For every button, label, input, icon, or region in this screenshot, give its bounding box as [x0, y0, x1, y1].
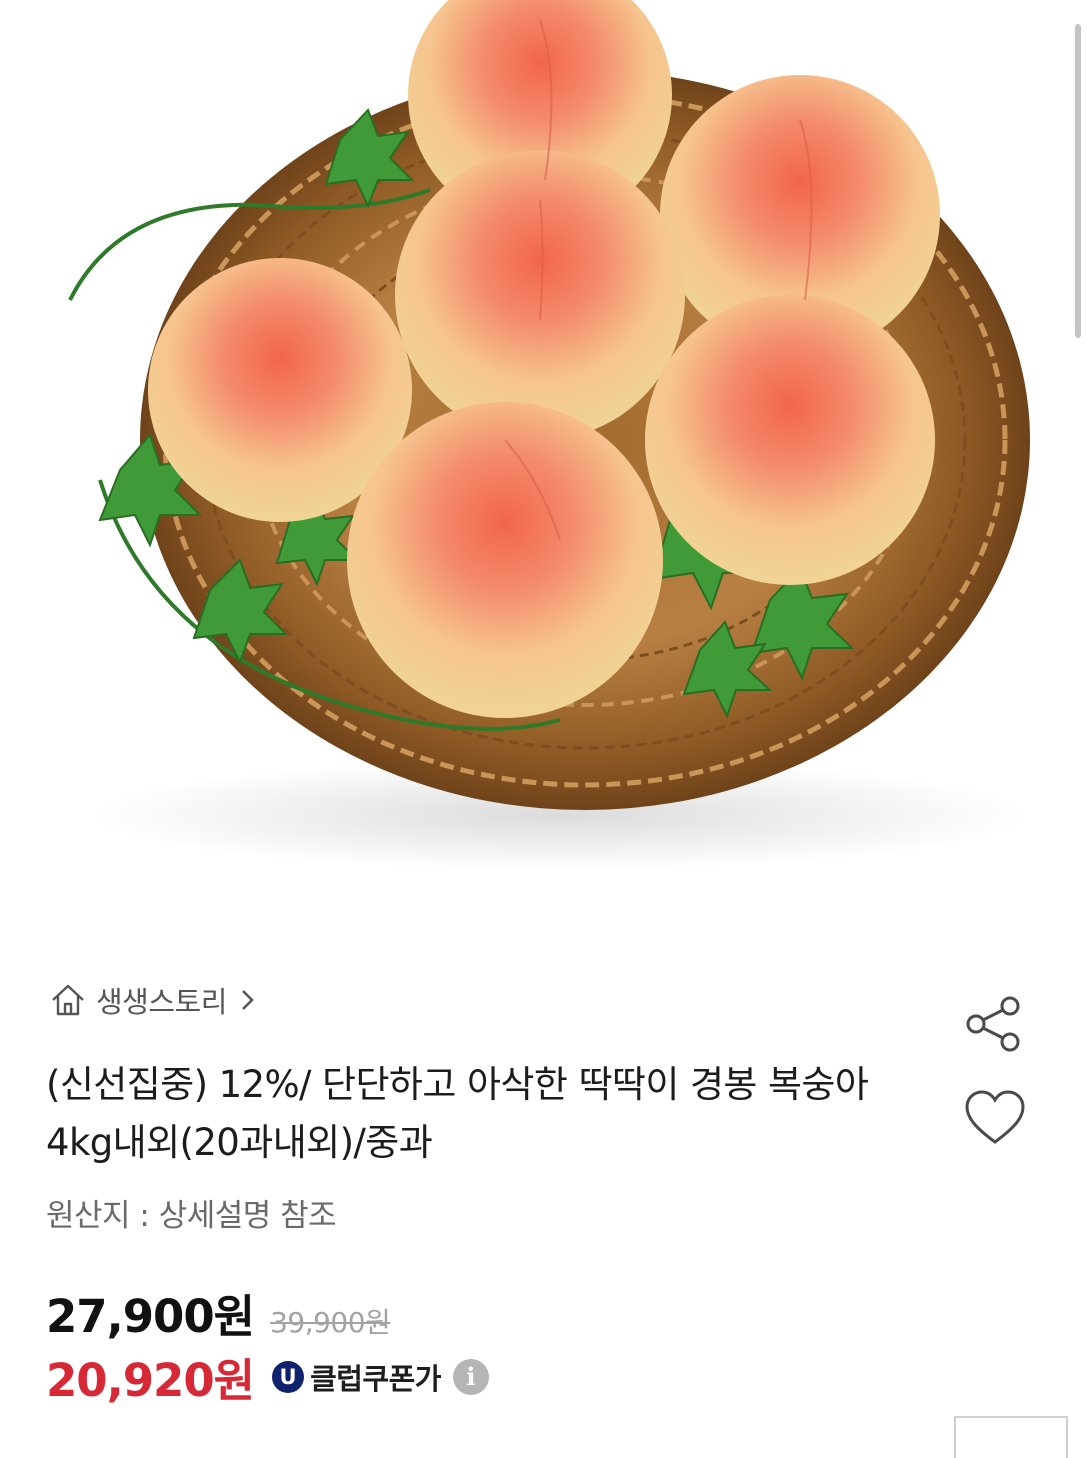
coupon-price-row: 20,920원 U 클럽쿠폰가 i [46, 1344, 489, 1409]
origin-info: 원산지 : 상세설명 참조 [46, 1198, 337, 1234]
peach-basket-image [68, 0, 1030, 870]
bottom-right-box[interactable] [954, 1416, 1068, 1458]
store-link[interactable]: 생생스토리 [48, 978, 259, 1022]
heart-icon[interactable] [962, 1088, 1028, 1150]
share-icon[interactable] [962, 992, 1028, 1056]
product-title: (신선집중) 12%/ 단단하고 아삭한 딱딱이 경봉 복숭아 4kg내외(20… [46, 1063, 869, 1164]
price-row: 27,900원 39,900원 [46, 1280, 391, 1345]
store-name: 생생스토리 [96, 985, 227, 1019]
coupon-label: 클럽쿠폰가 [310, 1361, 441, 1396]
scrollbar[interactable] [1075, 24, 1081, 338]
sale-price: 27,900원 [46, 1290, 255, 1343]
coupon-price: 20,920원 [46, 1354, 255, 1407]
original-price: 39,900원 [270, 1306, 391, 1339]
info-icon[interactable]: i [452, 1358, 489, 1395]
product-image[interactable] [0, 0, 1087, 900]
club-coupon-badge-icon: U [272, 1360, 305, 1393]
chevron-right-icon [241, 990, 254, 1010]
home-icon [52, 984, 84, 1016]
